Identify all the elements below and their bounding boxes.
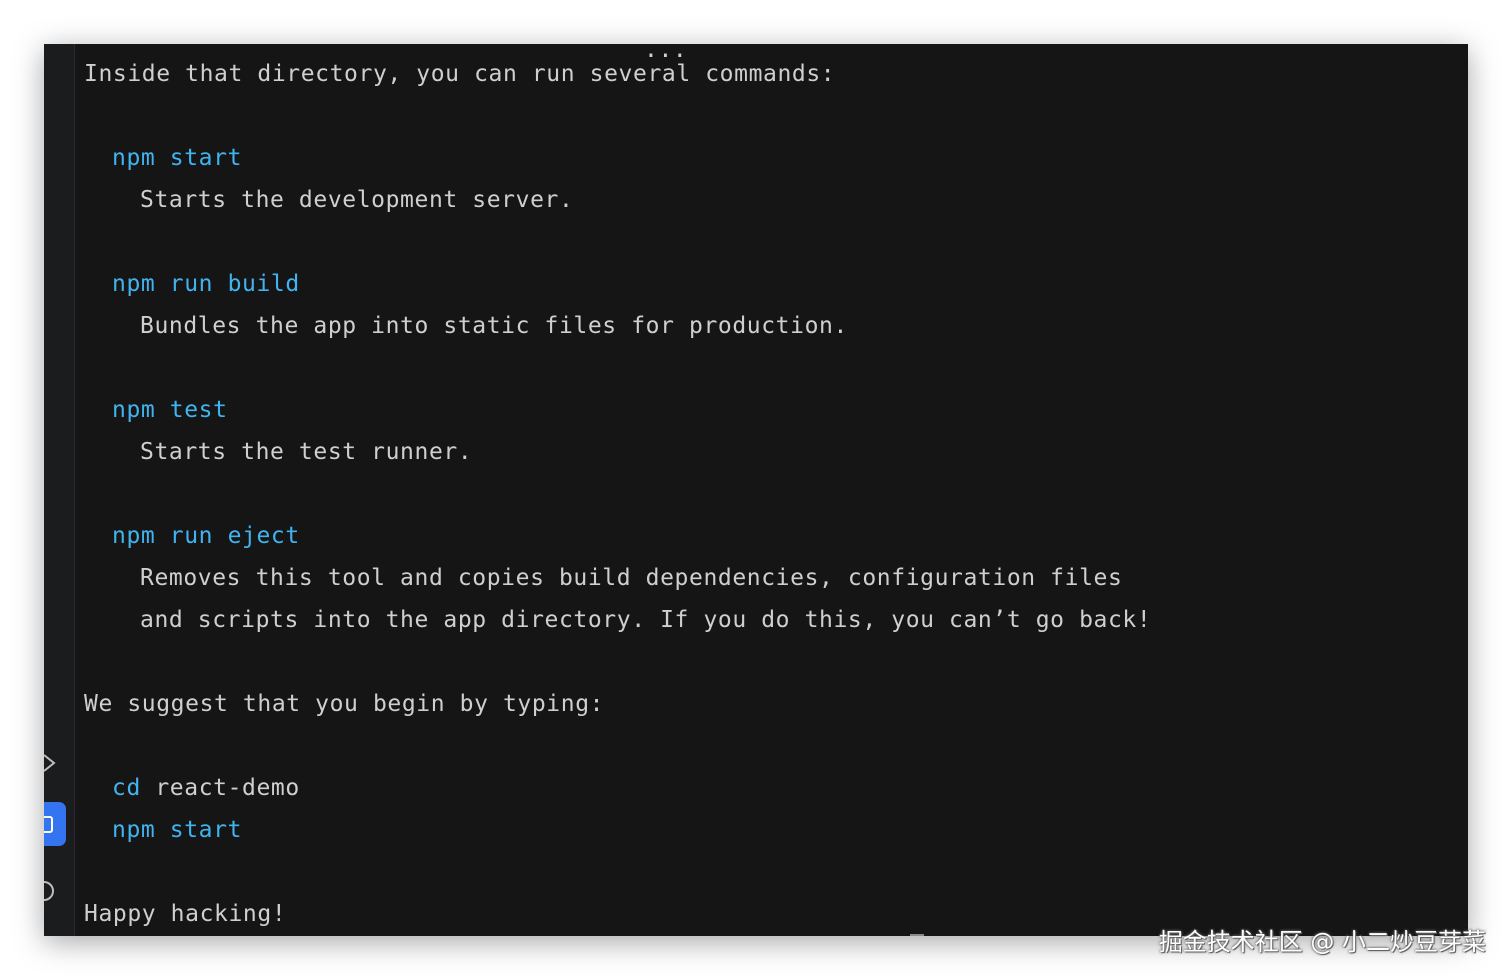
outro-text: Happy hacking! (84, 901, 287, 927)
command-desc: Bundles the app into static files for pr… (140, 313, 848, 339)
command-npm-start: npm start (112, 145, 243, 171)
terminal-icon[interactable] (44, 802, 66, 846)
cd-line: cd react-demo (112, 773, 300, 803)
start-command: npm start (112, 817, 243, 843)
cd-command: cd (112, 775, 141, 801)
command-desc: Starts the test runner. (140, 439, 473, 465)
command-npm-run-build: npm run build (112, 271, 300, 297)
suggest-text: We suggest that you begin by typing: (84, 691, 605, 717)
command-desc: Starts the development server. (140, 187, 574, 213)
watermark: 掘金技术社区 @ 小二炒豆芽菜 (1158, 928, 1486, 956)
cd-argument: react-demo (140, 775, 300, 801)
resize-handle[interactable] (910, 934, 924, 936)
terminal-window: ... Inside that directory, you can run s… (44, 44, 1468, 936)
tool-gutter (44, 44, 75, 936)
info-icon[interactable] (44, 868, 66, 912)
command-npm-test: npm test (112, 397, 228, 423)
command-desc: and scripts into the app directory. If y… (140, 607, 1152, 633)
code-icon[interactable] (44, 740, 66, 784)
terminal-output: ... Inside that directory, you can run s… (84, 44, 1448, 927)
command-desc: Removes this tool and copies build depen… (140, 565, 1123, 591)
intro-text: Inside that directory, you can run sever… (84, 61, 836, 87)
command-npm-run-eject: npm run eject (112, 523, 300, 549)
